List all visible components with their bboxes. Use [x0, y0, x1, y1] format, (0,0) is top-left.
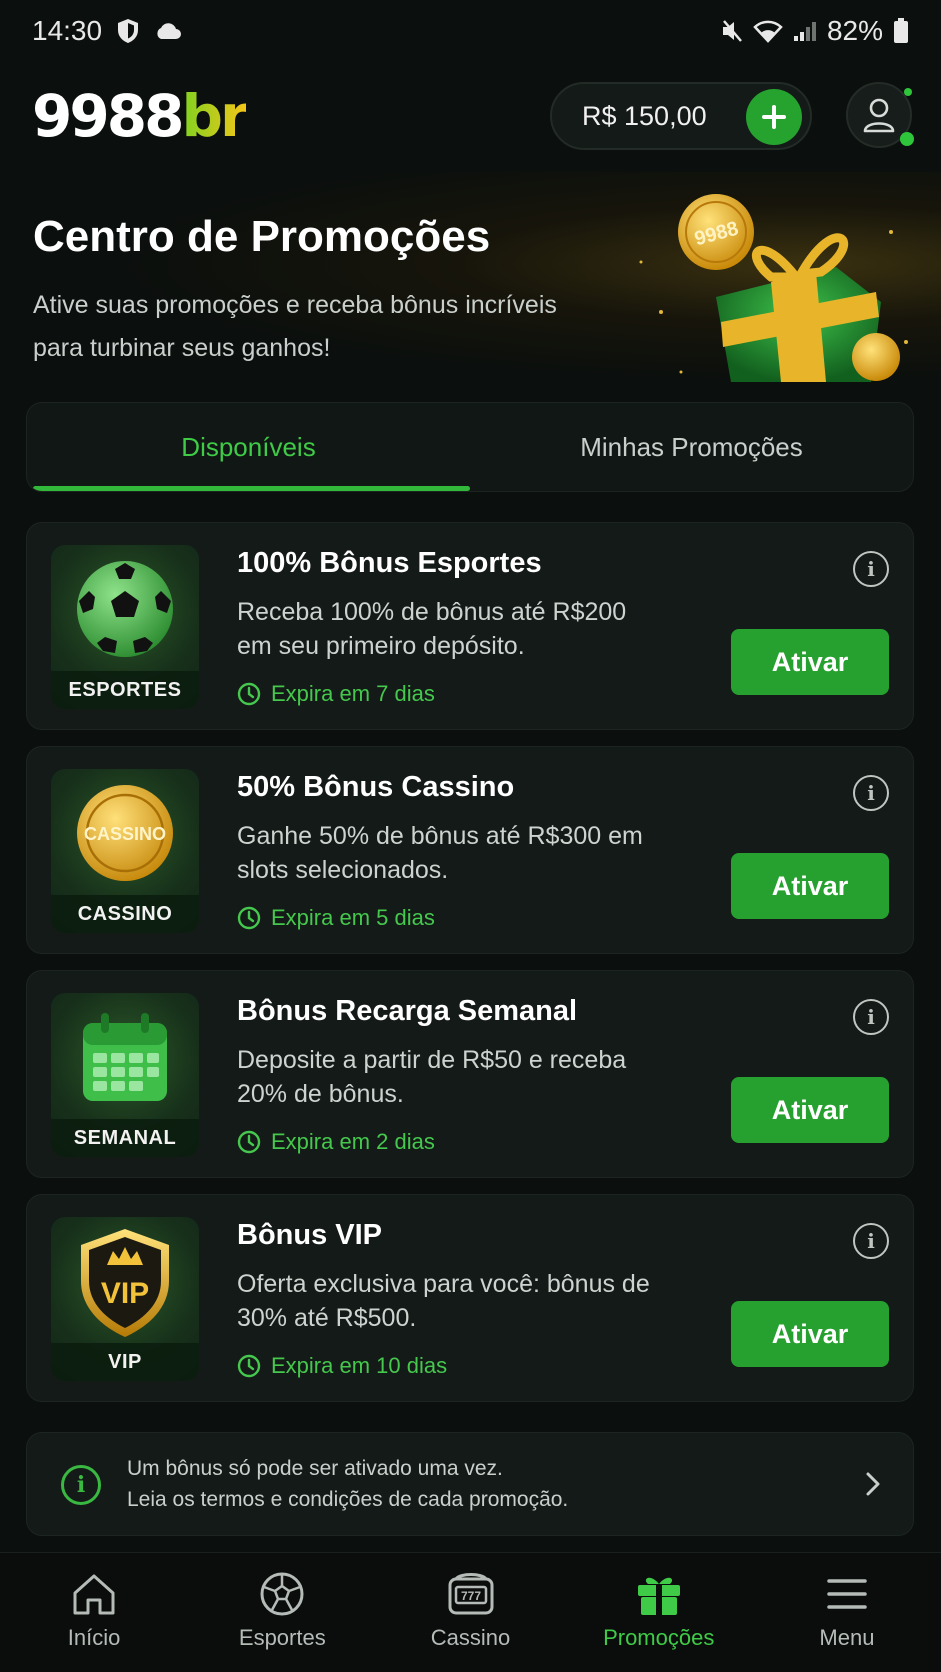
promo-thumb: VIP VIP — [51, 1217, 199, 1381]
promo-title: 50% Bônus Cassino — [237, 771, 515, 803]
vip-shield-icon: VIP — [81, 1229, 169, 1337]
promo-expiry-text: Expira em 7 dias — [271, 681, 435, 706]
promo-card-casino: CASSINO CASSINO 50% Bônus Cassino Ganhe … — [26, 746, 914, 954]
promo-title: Bônus Recarga Semanal — [237, 995, 578, 1027]
nav-label: Início — [67, 1625, 121, 1650]
promo-thumb: CASSINO CASSINO — [51, 769, 199, 933]
vip-badge-text: VIP — [101, 1277, 149, 1310]
promo-expiry-text: Expira em 2 dias — [271, 1129, 435, 1154]
gift-icon — [637, 1577, 680, 1615]
nav-casino[interactable]: 777 Cassino — [376, 1553, 564, 1672]
nav-home[interactable]: Início — [0, 1553, 188, 1672]
signal-icon — [793, 20, 817, 42]
promo-expiry: Expira em 10 dias — [237, 1353, 447, 1379]
shield-icon — [116, 18, 140, 44]
promo-title: 100% Bônus Esportes — [237, 547, 542, 579]
page-subtitle: Ative suas promoções e receba bônus incr… — [33, 291, 557, 362]
slot-machine-icon: 777 — [448, 1573, 493, 1615]
promo-thumb: SEMANAL — [51, 993, 199, 1157]
info-circle-icon: i — [61, 1465, 101, 1505]
balance-amount: R$ 150,00 — [582, 100, 707, 131]
calendar-icon — [83, 1013, 167, 1101]
promo-description: Receba 100% de bônus até R$200 em seu pr… — [237, 598, 627, 660]
nav-menu[interactable]: Menu — [753, 1553, 941, 1672]
add-funds-button[interactable] — [746, 89, 802, 145]
clock-icon — [237, 1354, 261, 1378]
promo-description: Oferta exclusiva para você: bônus de 30%… — [237, 1270, 650, 1332]
svg-text:777: 777 — [460, 1589, 480, 1603]
clock-icon — [237, 1130, 261, 1154]
promo-thumb: ESPORTES — [51, 545, 199, 709]
nav-sports[interactable]: Esportes — [188, 1553, 376, 1672]
clock-icon — [237, 682, 261, 706]
home-icon — [73, 1574, 115, 1615]
promo-expiry: Expira em 7 dias — [237, 681, 435, 707]
gift-illustration-icon: 9988 — [639, 194, 908, 382]
casino-coin-icon: CASSINO — [77, 785, 173, 881]
plus-icon — [762, 105, 786, 129]
promo-category-tag: VIP — [51, 1343, 199, 1381]
nav-label: Menu — [819, 1625, 875, 1650]
cloud-icon — [154, 22, 182, 40]
logo[interactable]: 9988br — [32, 87, 249, 145]
profile-button[interactable] — [846, 82, 914, 148]
notice-line-2: Leia os termos e condições de cada promo… — [127, 1488, 569, 1511]
online-dot — [900, 132, 914, 146]
promo-title: Bônus VIP — [237, 1219, 383, 1251]
promo-description: Deposite a partir de R$50 e receba 20% d… — [237, 1046, 627, 1108]
activate-button[interactable]: Ativar — [731, 1077, 889, 1143]
promo-category-tag: ESPORTES — [51, 671, 199, 709]
status-bar: 14:30 82% — [0, 0, 941, 62]
promo-category-tag: CASSINO — [51, 895, 199, 933]
user-icon — [863, 98, 895, 133]
promo-tabs: Disponíveis Minhas Promoções — [26, 402, 914, 492]
casino-coin-text: CASSINO — [84, 824, 166, 844]
promo-card-weekly: SEMANAL Bônus Recarga Semanal Deposite a… — [26, 970, 914, 1178]
promo-card-sports: ESPORTES 100% Bônus Esportes Receba 100%… — [26, 522, 914, 730]
nav-label: Cassino — [430, 1625, 511, 1650]
notice-line-1: Um bônus só pode ser ativado uma vez. — [127, 1457, 503, 1480]
nav-label: Promoções — [603, 1625, 715, 1650]
clock-icon — [237, 906, 261, 930]
mute-icon — [721, 19, 743, 43]
promo-description: Ganhe 50% de bônus até R$300 em slots se… — [237, 822, 643, 884]
nav-promotions[interactable]: Promoções — [565, 1553, 753, 1672]
info-icon[interactable]: i — [853, 551, 889, 587]
tab-available[interactable]: Disponíveis — [27, 403, 470, 491]
battery-icon — [893, 18, 909, 44]
chevron-right-icon — [866, 1472, 880, 1496]
bottom-navigation: Início Esportes 777 Cassino Promoções Me… — [0, 1552, 941, 1672]
soccer-ball-icon — [77, 561, 173, 657]
promo-card-vip: VIP VIP Bônus VIP Oferta exclusiva para … — [26, 1194, 914, 1402]
soccer-ball-icon — [260, 1572, 304, 1616]
info-icon[interactable]: i — [853, 1223, 889, 1259]
nav-label: Esportes — [238, 1625, 326, 1650]
info-icon[interactable]: i — [853, 999, 889, 1035]
balance-pill[interactable]: R$ 150,00 — [550, 82, 812, 150]
activate-button[interactable]: Ativar — [731, 629, 889, 695]
status-time: 14:30 — [32, 15, 103, 46]
app-header: 9988br R$ 150,00 — [0, 70, 941, 162]
battery-percent: 82% — [826, 15, 883, 46]
page-title: Centro de Promoções — [33, 212, 491, 261]
menu-icon — [827, 1579, 867, 1609]
terms-notice[interactable]: i Um bônus só pode ser ativado uma vez. … — [26, 1432, 914, 1536]
info-icon[interactable]: i — [853, 775, 889, 811]
promo-expiry: Expira em 5 dias — [237, 905, 435, 931]
activate-button[interactable]: Ativar — [731, 853, 889, 919]
promo-category-tag: SEMANAL — [51, 1119, 199, 1157]
notification-dot — [904, 88, 912, 96]
promo-expiry: Expira em 2 dias — [237, 1129, 435, 1155]
tab-my-promotions[interactable]: Minhas Promoções — [470, 403, 913, 491]
promo-expiry-text: Expira em 10 dias — [271, 1353, 448, 1378]
wifi-icon — [753, 19, 783, 43]
activate-button[interactable]: Ativar — [731, 1301, 889, 1367]
promo-hero: Centro de Promoções Ative suas promoções… — [0, 172, 941, 402]
promo-expiry-text: Expira em 5 dias — [271, 905, 435, 930]
